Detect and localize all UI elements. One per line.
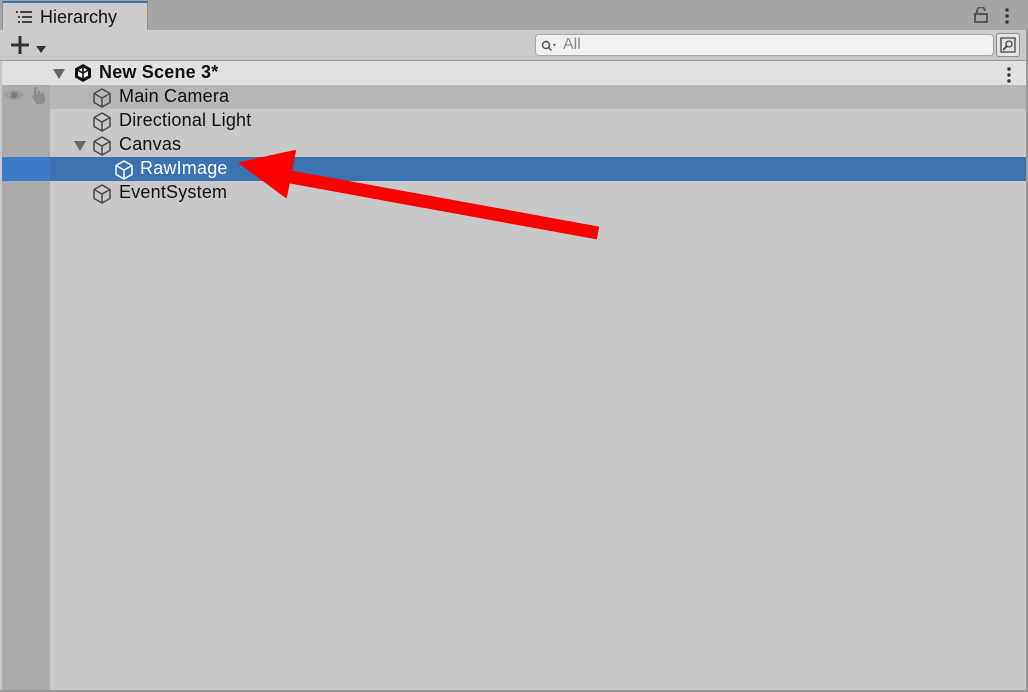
hierarchy-row-canvas[interactable]: Canvas <box>50 133 1028 157</box>
foldout-expanded-icon[interactable] <box>73 139 87 157</box>
visibility-gutter <box>2 61 50 690</box>
scene-header-row[interactable]: New Scene 3* <box>2 61 1028 85</box>
create-dropdown-button[interactable] <box>8 32 52 58</box>
row-label: Canvas <box>119 134 182 154</box>
hierarchy-row-eventsystem[interactable]: EventSystem <box>50 181 1028 205</box>
row-label: Main Camera <box>119 86 230 106</box>
hierarchy-list-icon <box>16 10 32 29</box>
search-input[interactable] <box>563 35 983 55</box>
hierarchy-tab[interactable]: Hierarchy <box>2 1 148 30</box>
row-label: EventSystem <box>119 182 228 202</box>
selection-gutter-highlight <box>2 157 50 181</box>
hierarchy-toolbar <box>0 30 1028 61</box>
window-tab-bar: Hierarchy <box>0 0 1028 30</box>
scene-name: New Scene 3* <box>99 62 219 82</box>
scene-search-icon <box>1000 37 1016 53</box>
foldout-expanded-icon[interactable] <box>52 67 66 85</box>
search-field[interactable] <box>535 34 994 56</box>
tab-menu-icon[interactable] <box>1004 8 1010 29</box>
hierarchy-row-rawimage[interactable]: RawImage <box>50 157 1028 181</box>
hierarchy-row-main-camera[interactable]: Main Camera <box>50 85 1028 109</box>
search-icon <box>541 39 559 57</box>
gameobject-cube-icon <box>91 183 113 210</box>
search-in-scene-button[interactable] <box>996 33 1020 57</box>
hierarchy-row-directional-light[interactable]: Directional Light <box>50 109 1028 133</box>
plus-icon <box>10 35 30 60</box>
row-label: RawImage <box>140 158 228 178</box>
tab-title: Hierarchy <box>40 7 118 27</box>
eye-icon[interactable] <box>3 88 25 107</box>
chevron-down-icon <box>36 40 46 58</box>
lock-icon[interactable] <box>974 6 988 28</box>
row-label: Directional Light <box>119 110 252 130</box>
pickable-hand-icon[interactable] <box>29 85 49 110</box>
